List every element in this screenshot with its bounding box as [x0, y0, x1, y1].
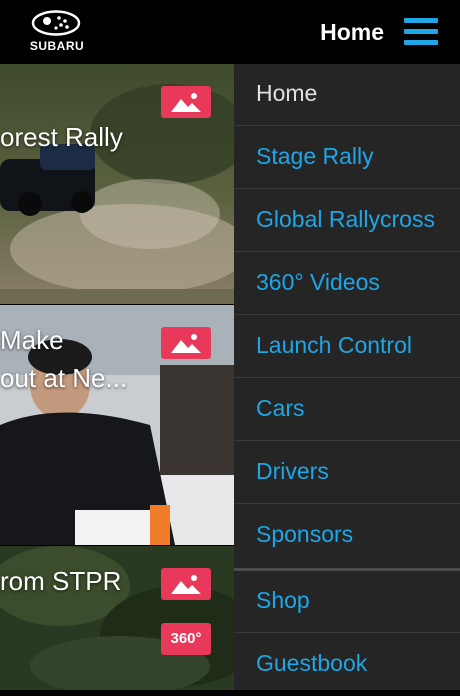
card-caption: orest Rally	[0, 122, 123, 152]
hamburger-menu-icon[interactable]	[404, 18, 438, 46]
menu-item-launch-control[interactable]: Launch Control	[234, 316, 460, 378]
card-caption-line1: Make	[0, 325, 64, 355]
feed-card[interactable]: rom STPR 360°	[0, 546, 234, 690]
content-feed: orest Rally Make out at Ne... rom STPR 3…	[0, 64, 234, 690]
image-icon	[161, 327, 211, 359]
menu-item-guestbook[interactable]: Guestbook	[234, 634, 460, 696]
feed-card[interactable]: orest Rally	[0, 64, 234, 304]
menu-item-label: Cars	[256, 395, 305, 421]
subaru-logo[interactable]: SUBARU	[22, 10, 92, 54]
menu-item-label: Drivers	[256, 458, 329, 484]
360-video-icon: 360°	[161, 623, 211, 655]
card-caption: rom STPR	[0, 566, 122, 596]
menu-item-label: Guestbook	[256, 650, 368, 676]
app-header: SUBARU Home	[0, 0, 460, 64]
menu-item-cars[interactable]: Cars	[234, 379, 460, 441]
page-title: Home	[320, 19, 384, 45]
feed-card[interactable]: Make out at Ne...	[0, 305, 234, 545]
menu-item-label: Launch Control	[256, 332, 412, 358]
image-icon	[161, 86, 211, 118]
menu-item-label: Home	[256, 80, 318, 106]
menu-item-label: Global Rallycross	[256, 206, 435, 232]
navigation-drawer: Home Stage Rally Global Rallycross 360° …	[234, 64, 460, 690]
brand-wordmark: SUBARU	[29, 39, 85, 53]
menu-item-drivers[interactable]: Drivers	[234, 442, 460, 504]
menu-item-stage-rally[interactable]: Stage Rally	[234, 127, 460, 189]
image-icon	[161, 568, 211, 600]
menu-item-global-rallycross[interactable]: Global Rallycross	[234, 190, 460, 252]
menu-item-label: Shop	[256, 587, 310, 613]
menu-item-label: Stage Rally	[256, 143, 374, 169]
menu-item-label: 360° Videos	[256, 269, 380, 295]
menu-item-shop[interactable]: Shop	[234, 571, 460, 633]
menu-item-360-videos[interactable]: 360° Videos	[234, 253, 460, 315]
card-caption-line2: out at Ne...	[0, 363, 128, 393]
menu-item-sponsors[interactable]: Sponsors	[234, 505, 460, 567]
menu-item-label: Sponsors	[256, 521, 354, 547]
menu-item-home[interactable]: Home	[234, 64, 460, 126]
subaru-stars-icon	[31, 10, 81, 36]
